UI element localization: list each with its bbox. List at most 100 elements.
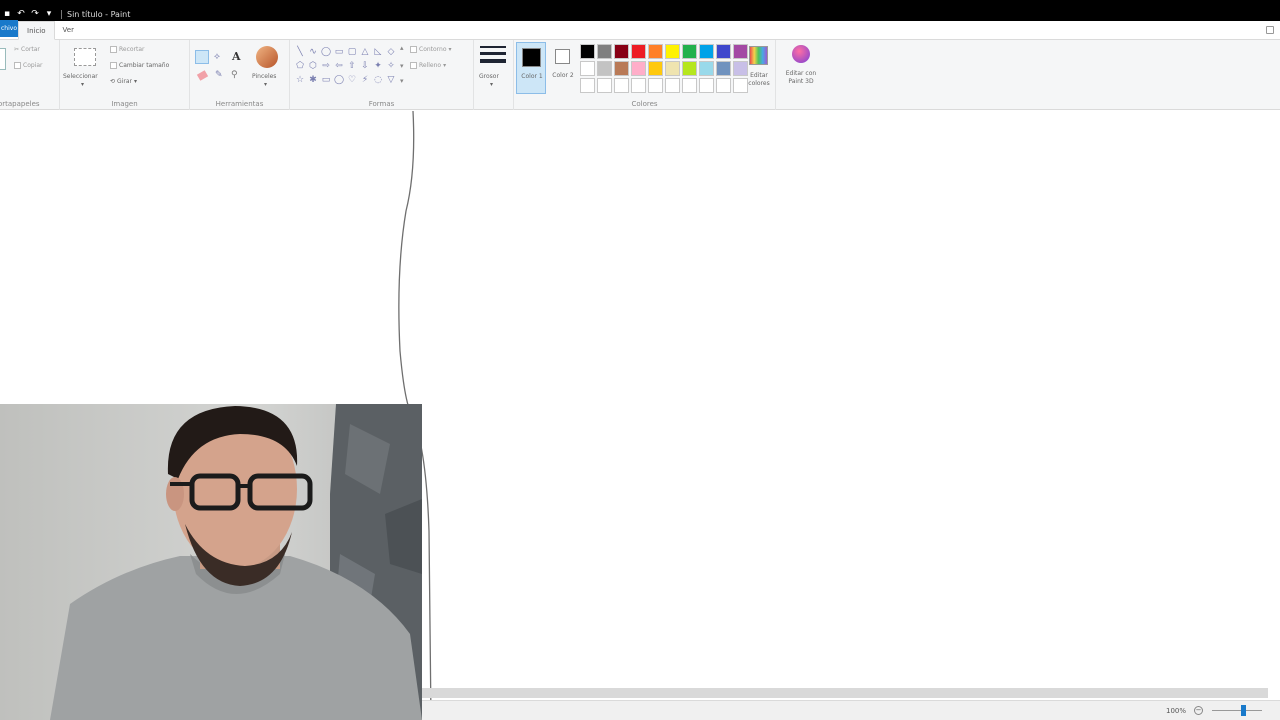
scissors-icon: ✂ [14,46,20,53]
shape-option-icon[interactable]: ▭ [320,73,332,86]
shapes-scroll-up-icon[interactable]: ▴ [400,44,404,52]
shape-option-icon[interactable]: ⬠ [294,59,306,72]
shapes-scroll-down-icon[interactable]: ▾ [400,62,404,70]
edit-colors-label: Editar colores [748,72,770,87]
tab-file[interactable]: Archivo [0,20,18,37]
shape-option-icon[interactable]: ◌ [372,73,384,86]
shape-option-icon[interactable]: ◯ [320,45,332,58]
shape-option-icon[interactable]: ╲ [294,45,306,58]
shapes-group-label: Formas [368,100,395,108]
divider [61,9,62,19]
shape-option-icon[interactable]: ⚡ [359,73,371,86]
ribbon: ✂Cortar Copiar Portapapeles Seleccionar … [0,40,1280,110]
shape-option-icon[interactable]: ⬡ [307,59,319,72]
video-letterbox [0,0,1280,7]
paint3d-label[interactable]: Editar con Paint 3D [780,70,822,86]
fill-icon[interactable]: ⟡ [214,52,220,62]
crop-icon [110,46,117,53]
cut-label: Cortar [21,46,40,53]
webcam-overlay [0,404,422,720]
size-line-1 [480,46,506,48]
customize-chevron-icon[interactable]: ▾ [44,9,54,19]
zoom-level: 100% [1166,707,1187,715]
fill-chevron-icon: ▾ [443,62,447,69]
select-chevron-icon[interactable]: ▾ [81,81,84,88]
paint3d-icon[interactable] [792,45,810,63]
shape-option-icon[interactable]: ⇦ [333,59,345,72]
paint3d-group: Editar con Paint 3D [776,40,826,110]
color-picker-icon[interactable]: ✎ [215,70,223,80]
cut-button[interactable]: ✂ Cortar [14,46,40,53]
shape-option-icon[interactable]: ∿ [307,45,319,58]
size-line-2 [480,52,506,55]
window-title: Sin título - Paint [67,9,131,19]
tab-home-label: Inicio [27,26,46,35]
shape-option-icon[interactable]: ▭ [333,45,345,58]
shape-option-icon[interactable]: ✦ [372,59,384,72]
zoom-out-icon[interactable]: − [1194,706,1203,715]
outline-icon [410,46,417,53]
horizontal-scrollbar[interactable] [422,688,1268,698]
shape-option-icon[interactable]: ◯ [333,73,345,86]
help-icon[interactable] [1266,26,1274,34]
text-tool-icon[interactable]: A [232,50,241,63]
rotate-button[interactable]: ⟲ Girar ▾ [110,78,137,85]
shape-option-icon[interactable]: ▽ [385,73,397,86]
image-group-label: Imagen [111,100,138,108]
copy-label: Copiar [23,62,43,69]
shape-option-icon[interactable]: ▢ [346,45,358,58]
tools-group-label: Herramientas [215,100,264,108]
redo-icon[interactable]: ↷ [30,9,40,19]
paste-icon[interactable] [0,48,6,70]
shape-option-icon[interactable]: ◇ [385,45,397,58]
undo-icon[interactable]: ↶ [16,9,26,19]
outline-label: Contorno [419,46,447,53]
clipboard-group-label: Portapapeles [0,100,40,108]
title-bar: ▪ ↶ ↷ ▾ Sin título - Paint [0,7,1280,21]
edit-colors-icon [749,46,768,65]
pencil-icon[interactable] [195,50,209,64]
brushes-icon[interactable] [256,46,278,68]
shape-option-icon[interactable]: ✧ [385,59,397,72]
outline-chevron-icon: ▾ [448,46,452,53]
zoom-slider-thumb[interactable] [1241,705,1246,716]
copy-button[interactable]: Copiar [14,62,42,69]
fill-button[interactable]: Relleno ▾ [410,62,446,69]
tab-view[interactable]: Ver [55,21,82,39]
tab-file-label: Archivo [1,25,17,32]
shape-option-icon[interactable]: ♡ [346,73,358,86]
fill-shape-icon [410,62,417,69]
shapes-more-icon[interactable]: ▾ [400,77,404,85]
size-group[interactable]: Grosor ▾ [474,40,514,110]
save-icon[interactable]: ▪ [2,9,12,19]
shape-option-icon[interactable]: ☆ [294,73,306,86]
shape-option-icon[interactable]: ◺ [372,45,384,58]
clipboard-group: ✂Cortar Copiar Portapapeles [0,40,60,110]
colors-group-label: Colores [631,100,658,108]
size-chevron-icon: ▾ [490,81,494,88]
crop-button[interactable]: Recortar [110,46,145,53]
fill-label: Relleno [419,62,442,69]
rotate-icon: ⟲ [110,78,116,85]
shape-option-icon[interactable]: ⇩ [359,59,371,72]
tab-view-label: Ver [62,26,74,34]
resize-button[interactable]: Cambiar tamaño [110,62,169,69]
colors-group: Colores [514,40,776,110]
brushes-chevron-icon[interactable]: ▾ [264,81,267,88]
tab-home[interactable]: Inicio [18,21,55,40]
shapes-gallery: ╲ ∿ ◯ ▭ ▢ △ ◺ ◇ ⬠ ⬡ ⇨ ⇦ ⇧ ⇩ ✦ ✧ ☆ ✱ ▭ ◯ ♡ ⚡ ◌ ▽ [294,45,397,86]
magnifier-icon[interactable]: ⚲ [231,70,238,80]
resize-icon [110,62,117,69]
shape-option-icon[interactable]: ⇨ [320,59,332,72]
shape-option-icon[interactable]: ✱ [307,73,319,86]
zoom-slider-track[interactable] [1212,710,1262,711]
shape-option-icon[interactable]: △ [359,45,371,58]
outline-button[interactable]: Contorno ▾ [410,46,452,53]
eraser-icon[interactable] [196,70,209,81]
tools-group: ⟡ A ✎ ⚲ Pinceles ▾ Herramientas [190,40,290,110]
crop-label: Recortar [119,46,145,53]
edit-colors-button[interactable]: Editar colores [745,42,773,94]
size-label: Grosor [479,73,499,80]
select-icon[interactable] [74,48,96,66]
shape-option-icon[interactable]: ⇧ [346,59,358,72]
